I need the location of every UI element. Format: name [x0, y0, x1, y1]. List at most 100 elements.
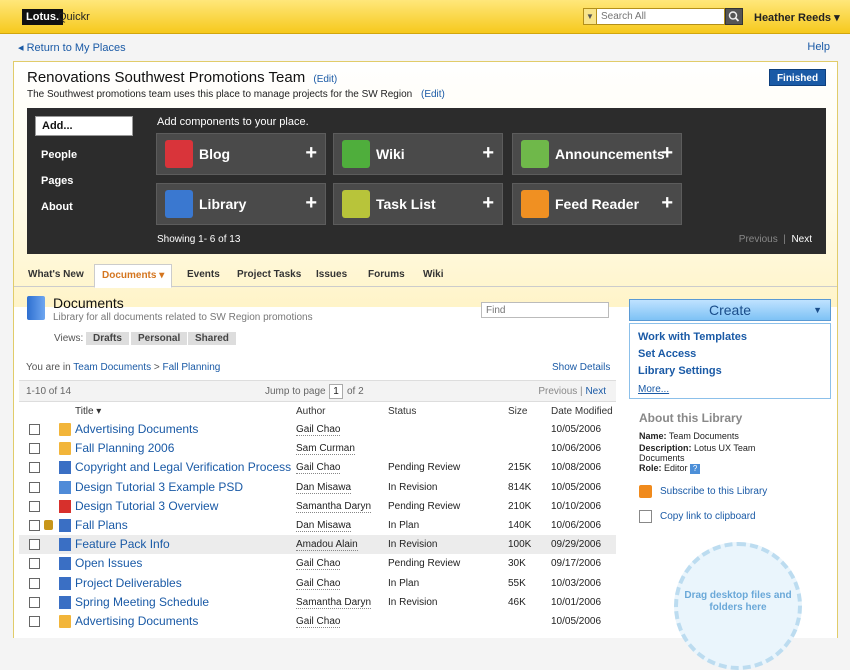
table-row[interactable]: Design Tutorial 3 Example PSD Dan Misawa I…	[19, 478, 616, 497]
row-title-link[interactable]: Open Issues	[75, 556, 142, 570]
row-checkbox[interactable]	[29, 462, 40, 473]
row-checkbox[interactable]	[29, 558, 40, 569]
tab-whats-new[interactable]: What's New	[28, 269, 84, 280]
view-personal[interactable]: Personal	[131, 332, 188, 345]
breadcrumb-team-documents[interactable]: Team Documents	[73, 362, 151, 373]
row-checkbox[interactable]	[29, 578, 40, 589]
menu-library-settings[interactable]: Library Settings	[638, 365, 722, 377]
page-number-input[interactable]: 1	[329, 384, 343, 399]
components-previous[interactable]: Previous	[739, 234, 778, 245]
tile-wiki[interactable]: Wiki +	[333, 133, 503, 175]
tile-announcements[interactable]: Announcements +	[512, 133, 682, 175]
edit-title-link[interactable]: (Edit)	[313, 74, 337, 85]
wiki-icon	[342, 140, 370, 168]
addnav-add[interactable]: Add...	[35, 116, 133, 136]
views-label: Views:	[54, 333, 84, 344]
create-button[interactable]: Create ▼	[629, 299, 831, 321]
components-next[interactable]: Next	[791, 234, 812, 245]
tile-task-list[interactable]: Task List +	[333, 183, 503, 225]
row-author[interactable]: Samantha Daryn	[296, 597, 372, 609]
list-next[interactable]: Next	[585, 386, 606, 397]
table-row[interactable]: Open Issues Gail Chao Pending Review 30K 09/…	[19, 554, 616, 573]
help-link[interactable]: Help	[807, 41, 830, 53]
tab-issues[interactable]: Issues	[316, 269, 347, 280]
row-checkbox[interactable]	[29, 597, 40, 608]
row-title-link[interactable]: Design Tutorial 3 Overview	[75, 499, 218, 513]
row-title-link[interactable]: Advertising Documents	[75, 614, 198, 628]
row-title-link[interactable]: Copyright and Legal Verification Process	[75, 460, 291, 474]
copy-link-link[interactable]: Copy link to clipboard	[660, 511, 756, 522]
row-author[interactable]: Gail Chao	[296, 558, 341, 570]
tab-forums[interactable]: Forums	[368, 269, 405, 280]
row-author[interactable]: Amadou Alain	[296, 539, 358, 551]
view-drafts[interactable]: Drafts	[86, 332, 129, 345]
file-drop-zone[interactable]: Drag desktop files and folders here	[674, 542, 802, 670]
row-checkbox[interactable]	[29, 501, 40, 512]
row-title-link[interactable]: Fall Planning 2006	[75, 441, 174, 455]
row-checkbox[interactable]	[29, 443, 40, 454]
addnav-about[interactable]: About	[35, 194, 133, 220]
tab-project-tasks[interactable]: Project Tasks	[237, 269, 301, 280]
show-details-link[interactable]: Show Details	[552, 362, 610, 373]
subscribe-link[interactable]: Subscribe to this Library	[660, 486, 767, 497]
row-title-link[interactable]: Spring Meeting Schedule	[75, 595, 209, 609]
row-author[interactable]: Gail Chao	[296, 578, 341, 590]
tab-wiki[interactable]: Wiki	[423, 269, 443, 280]
breadcrumb-fall-planning[interactable]: Fall Planning	[163, 362, 221, 373]
search-scope-dropdown[interactable]: ▼	[583, 8, 597, 25]
addnav-pages[interactable]: Pages	[35, 168, 133, 194]
row-title-link[interactable]: Advertising Documents	[75, 422, 198, 436]
finished-button[interactable]: Finished	[769, 69, 826, 86]
row-author[interactable]: Dan Misawa	[296, 520, 352, 532]
row-author[interactable]: Dan Misawa	[296, 482, 352, 494]
table-row[interactable]: Fall Planning 2006 Sam Curman 10/06/2006	[19, 439, 616, 458]
search-input[interactable]	[597, 8, 725, 25]
tab-documents[interactable]: Documents ▾	[94, 264, 173, 288]
row-author[interactable]: Gail Chao	[296, 462, 341, 474]
table-row[interactable]: Design Tutorial 3 Overview Samantha Daryn…	[19, 497, 616, 516]
tile-blog[interactable]: Blog +	[156, 133, 326, 175]
menu-work-with-templates[interactable]: Work with Templates	[638, 331, 747, 343]
edit-description-link[interactable]: (Edit)	[421, 89, 445, 100]
col-title[interactable]: Title ▾	[75, 406, 101, 417]
row-checkbox[interactable]	[29, 616, 40, 627]
table-row[interactable]: Copyright and Legal Verification Process…	[19, 458, 616, 477]
col-author[interactable]: Author	[296, 406, 325, 417]
menu-more[interactable]: More...	[638, 384, 669, 395]
col-date-modified[interactable]: Date Modified	[551, 406, 613, 417]
row-title-link[interactable]: Design Tutorial 3 Example PSD	[75, 480, 243, 494]
row-title-link[interactable]: Fall Plans	[75, 518, 128, 532]
row-title-link[interactable]: Feature Pack Info	[75, 537, 170, 551]
return-to-my-places-link[interactable]: ◂ Return to My Places	[18, 41, 126, 54]
col-status[interactable]: Status	[388, 406, 416, 417]
find-input[interactable]	[481, 302, 609, 318]
user-menu[interactable]: Heather Reeds ▾	[754, 11, 840, 24]
table-row[interactable]: Advertising Documents Gail Chao 10/05/2006	[19, 612, 616, 631]
feed-reader-icon	[521, 190, 549, 218]
menu-set-access[interactable]: Set Access	[638, 348, 696, 360]
table-row[interactable]: Feature Pack Info Amadou Alain In Revision…	[19, 535, 616, 554]
tab-events[interactable]: Events	[187, 269, 220, 280]
row-author[interactable]: Gail Chao	[296, 616, 341, 628]
lotus-logo: Lotus.	[22, 9, 63, 25]
addnav-people[interactable]: People	[35, 142, 133, 168]
row-author[interactable]: Samantha Daryn	[296, 501, 372, 513]
row-title-link[interactable]: Project Deliverables	[75, 576, 182, 590]
row-author[interactable]: Sam Curman	[296, 443, 355, 455]
row-checkbox[interactable]	[29, 424, 40, 435]
table-row[interactable]: Spring Meeting Schedule Samantha Daryn In …	[19, 593, 616, 612]
table-row[interactable]: Fall Plans Dan Misawa In Plan 140K 10/06/200…	[19, 516, 616, 535]
table-row[interactable]: Project Deliverables Gail Chao In Plan 55K 1…	[19, 574, 616, 593]
row-checkbox[interactable]	[29, 539, 40, 550]
table-row[interactable]: Advertising Documents Gail Chao 10/05/2006	[19, 420, 616, 439]
search-button[interactable]	[725, 8, 743, 25]
row-checkbox[interactable]	[29, 520, 40, 531]
list-previous[interactable]: Previous	[538, 386, 577, 397]
row-checkbox[interactable]	[29, 482, 40, 493]
tile-library[interactable]: Library +	[156, 183, 326, 225]
row-author[interactable]: Gail Chao	[296, 424, 341, 436]
help-icon[interactable]: ?	[690, 464, 701, 474]
col-size[interactable]: Size	[508, 406, 527, 417]
view-shared[interactable]: Shared	[188, 332, 236, 345]
tile-feed-reader[interactable]: Feed Reader +	[512, 183, 682, 225]
